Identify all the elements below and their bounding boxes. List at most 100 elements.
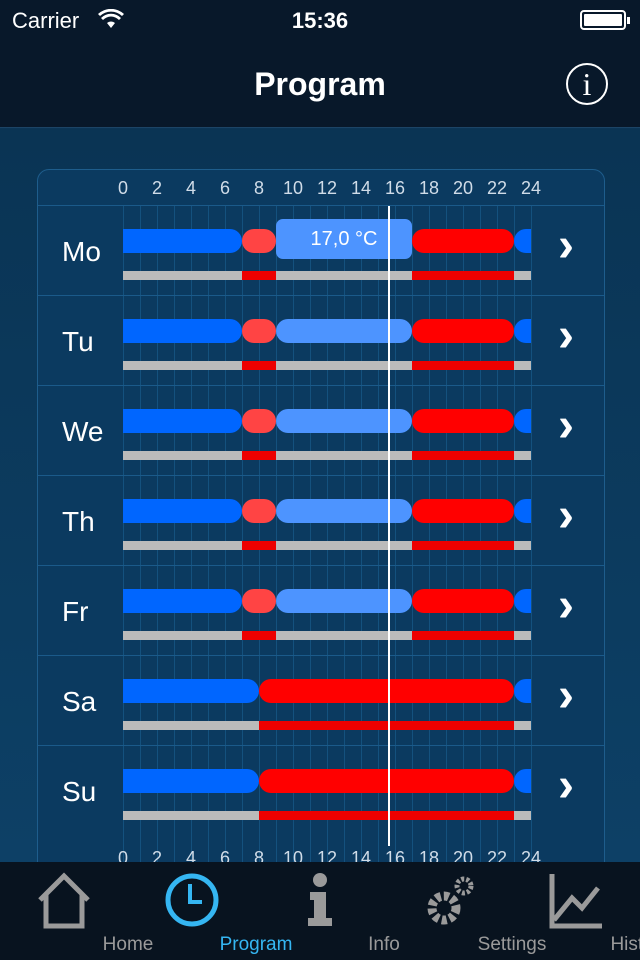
day-label: Tu: [62, 326, 94, 357]
schedule-segment[interactable]: [412, 229, 514, 253]
schedule-segment[interactable]: [412, 589, 514, 613]
schedule-segment[interactable]: [514, 499, 531, 523]
heating-bar: [242, 451, 276, 460]
schedule-segment[interactable]: [412, 499, 514, 523]
axis-tick: 22: [486, 178, 508, 198]
axis-tick: 0: [117, 178, 129, 198]
schedule-segment[interactable]: [123, 769, 259, 793]
schedule-segment[interactable]: [242, 229, 276, 253]
axis-tick: 18: [418, 178, 440, 198]
heating-bar: [242, 361, 276, 370]
clock: 15:36: [291, 8, 349, 33]
day-row-mo[interactable]: Mo 17,0 °C ›: [38, 205, 604, 295]
chevron-right-icon[interactable]: ›: [558, 308, 574, 363]
tab-history[interactable]: History: [512, 862, 640, 960]
heating-bar: [514, 361, 531, 370]
heating-bar: [412, 271, 514, 280]
navigation-bar: Program i: [0, 40, 640, 128]
tab-home[interactable]: Home: [0, 862, 153, 960]
gears-icon: [427, 876, 474, 925]
chevron-right-icon[interactable]: ›: [558, 218, 574, 273]
house-icon: [38, 872, 90, 929]
axis-tick: 16: [384, 178, 406, 198]
heating-bar: [123, 541, 242, 550]
current-time-line: [388, 206, 391, 846]
chevron-right-icon[interactable]: ›: [558, 488, 574, 543]
heating-bar: [412, 541, 514, 550]
chevron-right-icon[interactable]: ›: [558, 398, 574, 453]
tab-settings[interactable]: Settings: [384, 862, 546, 960]
heating-bar: [276, 631, 412, 640]
selected-segment-temperature[interactable]: 17,0 °C: [276, 219, 412, 259]
day-label: Su: [62, 776, 97, 807]
axis-tick: 10: [282, 178, 304, 198]
schedule-segment[interactable]: [412, 409, 514, 433]
schedule-segment[interactable]: [123, 229, 242, 253]
heating-bar: [123, 721, 259, 730]
tab-bar: HomeProgramInfoSettings History: [0, 862, 640, 960]
weekly-schedule: 0 2 4 6 8 10 12 14 16 18 20 22 24 0 2 4 6 8 10 12 14 16 18 20 22…: [37, 169, 605, 889]
schedule-segment[interactable]: [514, 589, 531, 613]
schedule-segment[interactable]: [514, 679, 531, 703]
day-label: Mo: [62, 236, 101, 267]
schedule-segment[interactable]: [412, 319, 514, 343]
heating-bar: [412, 451, 514, 460]
schedule-segment[interactable]: [123, 499, 242, 523]
schedule-segment[interactable]: [276, 499, 412, 523]
heating-bar: [412, 631, 514, 640]
info-button[interactable]: i: [566, 63, 608, 105]
axis-tick: 14: [350, 178, 372, 198]
axis-tick: 6: [219, 178, 231, 198]
tab-info[interactable]: Info: [256, 862, 400, 960]
axis-tick: 20: [452, 178, 474, 198]
heating-bar: [276, 541, 412, 550]
heating-bar: [123, 271, 242, 280]
day-row-th[interactable]: Th ›: [38, 475, 604, 565]
schedule-segment[interactable]: [242, 499, 276, 523]
battery-icon: [580, 10, 630, 30]
heating-bar: [514, 811, 531, 820]
heating-bar: [242, 271, 276, 280]
heating-bar: [276, 451, 412, 460]
schedule-segment[interactable]: [514, 319, 531, 343]
schedule-segment[interactable]: [242, 589, 276, 613]
schedule-segment[interactable]: [276, 319, 412, 343]
tab-label: History: [610, 934, 640, 955]
schedule-segment[interactable]: [123, 589, 242, 613]
schedule-segment[interactable]: [242, 319, 276, 343]
tab-program[interactable]: Program: [128, 862, 292, 960]
schedule-segment[interactable]: [123, 679, 259, 703]
heating-bar: [514, 631, 531, 640]
schedule-segment[interactable]: [242, 409, 276, 433]
chevron-right-icon[interactable]: ›: [558, 668, 574, 723]
heating-bar: [514, 271, 531, 280]
heating-bar: [514, 451, 531, 460]
schedule-segment[interactable]: [259, 679, 514, 703]
schedule-segment[interactable]: [276, 409, 412, 433]
schedule-segment[interactable]: [123, 319, 242, 343]
heating-bar: [242, 541, 276, 550]
day-row-su[interactable]: Su ›: [38, 745, 604, 835]
schedule-segment[interactable]: [514, 409, 531, 433]
day-row-tu[interactable]: Tu ›: [38, 295, 604, 385]
heating-bar: [123, 631, 242, 640]
heating-bar: [259, 811, 514, 820]
heating-bar: [412, 361, 514, 370]
day-row-we[interactable]: We ›: [38, 385, 604, 475]
schedule-segment[interactable]: [123, 409, 242, 433]
heating-bar: [514, 541, 531, 550]
schedule-segment[interactable]: [514, 229, 531, 253]
schedule-segment[interactable]: [276, 589, 412, 613]
axis-tick: 2: [151, 178, 163, 198]
heating-bar: [123, 361, 242, 370]
clock-icon: [165, 873, 219, 927]
info-icon: [308, 873, 332, 926]
schedule-segment[interactable]: [514, 769, 531, 793]
day-row-fr[interactable]: Fr ›: [38, 565, 604, 655]
day-label: Th: [62, 506, 95, 537]
schedule-segment[interactable]: [259, 769, 514, 793]
chart-icon: [549, 874, 602, 929]
chevron-right-icon[interactable]: ›: [558, 758, 574, 813]
day-row-sa[interactable]: Sa ›: [38, 655, 604, 745]
chevron-right-icon[interactable]: ›: [558, 578, 574, 633]
